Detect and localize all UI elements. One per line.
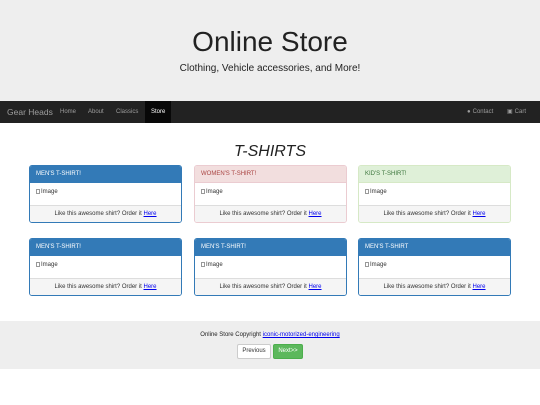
product-panel: MEN'S T-SHIRT! Image Like this awesome s… [194, 238, 347, 296]
panel-body: Image [195, 183, 346, 205]
panel-heading: MEN'S T-SHIRT! [30, 239, 181, 256]
nav-cart[interactable]: ▣ Cart [507, 101, 526, 123]
user-icon: ● [467, 109, 471, 115]
broken-image-icon [201, 262, 205, 267]
footer-text: Like this awesome shirt? Order it [219, 284, 307, 290]
order-link[interactable]: Here [473, 284, 486, 290]
broken-image-icon [36, 189, 40, 194]
broken-image-icon [201, 189, 205, 194]
image-alt-text: Image [41, 262, 58, 268]
product-panel: KID'S T-SHIRT! Image Like this awesome s… [358, 165, 511, 223]
panel-body: Image [359, 256, 510, 278]
panel-heading: MEN'S T-SHIRT! [195, 239, 346, 256]
page-footer: Online Store Copyright iconic-motorized-… [0, 321, 540, 369]
header-jumbotron: Online Store Clothing, Vehicle accessori… [0, 0, 540, 101]
panel-heading: MEN'S T-SHIRT! [30, 166, 181, 183]
image-alt-text: Image [41, 189, 58, 195]
panel-footer: Like this awesome shirt? Order it Here [30, 278, 181, 295]
footer-text: Like this awesome shirt? Order it [54, 211, 142, 217]
nav-cart-label: Cart [514, 109, 527, 115]
navbar-brand[interactable]: Gear Heads [7, 101, 53, 123]
panel-body: Image [30, 183, 181, 205]
panel-heading: KID'S T-SHIRT! [359, 166, 510, 183]
copyright-link[interactable]: iconic-motorized-engineering [263, 332, 340, 338]
footer-text: Like this awesome shirt? Order it [383, 211, 471, 217]
image-alt-text: Image [370, 189, 387, 195]
section-title: T-SHIRTS [233, 143, 306, 160]
panel-footer: Like this awesome shirt? Order it Here [359, 278, 510, 295]
cart-icon: ▣ [507, 109, 513, 115]
previous-button[interactable]: Previous [237, 344, 271, 359]
product-panel: MEN'S T-SHIRT Image Like this awesome sh… [358, 238, 511, 296]
nav-item-store[interactable]: Store [145, 101, 172, 123]
image-alt-text: Image [206, 262, 223, 268]
panel-heading: WOMEN'S T-SHIRT! [195, 166, 346, 183]
broken-image-icon [36, 262, 40, 267]
navbar: Gear Heads Home About Classics Store ● Co… [0, 101, 540, 123]
copyright-text: Online Store Copyright [200, 332, 261, 338]
order-link[interactable]: Here [473, 211, 486, 217]
order-link[interactable]: Here [309, 211, 322, 217]
panel-footer: Like this awesome shirt? Order it Here [195, 278, 346, 295]
product-panel: MEN'S T-SHIRT! Image Like this awesome s… [29, 165, 182, 223]
nav-item-about[interactable]: About [82, 101, 110, 123]
order-link[interactable]: Here [144, 284, 157, 290]
panel-body: Image [359, 183, 510, 205]
nav-item-home[interactable]: Home [54, 101, 82, 123]
order-link[interactable]: Here [144, 211, 157, 217]
copyright: Online Store Copyright iconic-motorized-… [0, 332, 540, 338]
nav-contact-label: Contact [472, 109, 494, 115]
panel-footer: Like this awesome shirt? Order it Here [195, 205, 346, 222]
page-heading: Online Store [192, 26, 348, 57]
panel-footer: Like this awesome shirt? Order it Here [30, 205, 181, 222]
nav-contact[interactable]: ● Contact [467, 101, 493, 123]
page-subtitle: Clothing, Vehicle accessories, and More! [179, 63, 361, 74]
product-panel: WOMEN'S T-SHIRT! Image Like this awesome… [194, 165, 347, 223]
panel-heading: MEN'S T-SHIRT [359, 239, 510, 256]
next-button[interactable]: Next>> [273, 344, 303, 359]
image-alt-text: Image [370, 262, 387, 268]
image-alt-text: Image [206, 189, 223, 195]
footer-text: Like this awesome shirt? Order it [383, 284, 471, 290]
product-panel: MEN'S T-SHIRT! Image Like this awesome s… [29, 238, 182, 296]
footer-text: Like this awesome shirt? Order it [54, 284, 142, 290]
broken-image-icon [365, 189, 369, 194]
panel-body: Image [30, 256, 181, 278]
panel-footer: Like this awesome shirt? Order it Here [359, 205, 510, 222]
nav-item-classics[interactable]: Classics [110, 101, 144, 123]
panel-body: Image [195, 256, 346, 278]
order-link[interactable]: Here [309, 284, 322, 290]
footer-text: Like this awesome shirt? Order it [219, 211, 307, 217]
broken-image-icon [365, 262, 369, 267]
